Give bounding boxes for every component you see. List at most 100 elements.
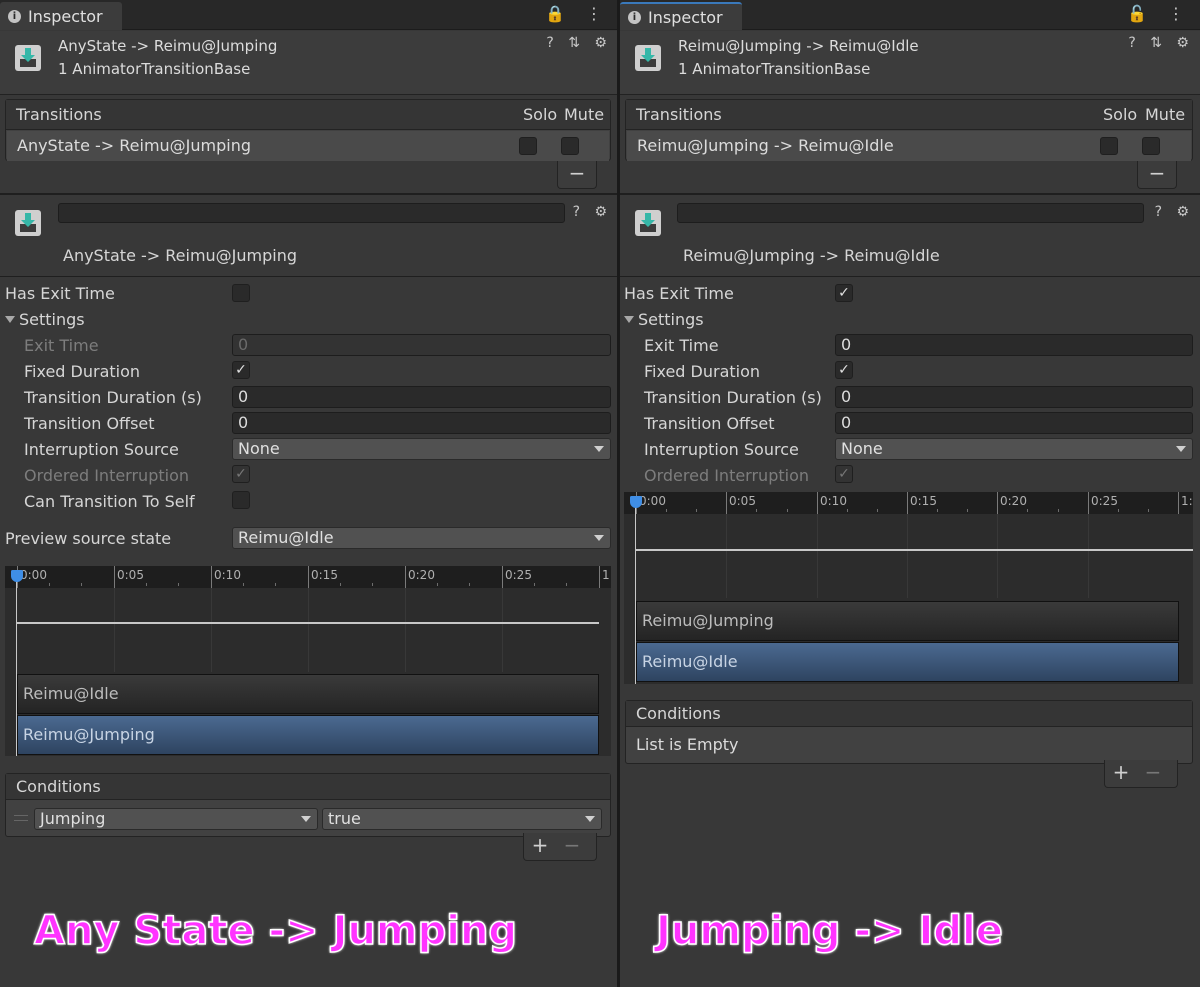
drag-handle-icon[interactable] — [14, 815, 28, 821]
chevron-down-icon — [585, 816, 595, 822]
transition-icons[interactable]: ? ⚙ — [1155, 204, 1194, 220]
minor-tick — [146, 583, 147, 586]
can-transition-to-self-checkbox[interactable] — [232, 491, 250, 509]
destination-state-bar[interactable]: Reimu@Jumping — [17, 715, 599, 755]
fixed-duration-checkbox[interactable]: ✓ — [835, 361, 853, 379]
add-condition-button[interactable]: + — [1105, 760, 1137, 784]
grid-line — [726, 514, 727, 598]
tab-bar: i Inspector 🔒 ⋮ — [0, 0, 618, 30]
conditions-header: Conditions — [626, 701, 1192, 727]
inspector-panel-left: i Inspector 🔒 ⋮ AnyState -> Reimu@Jumping… — [0, 0, 618, 987]
fixed-duration-checkbox[interactable]: ✓ — [232, 361, 250, 379]
tab-inspector[interactable]: i Inspector — [620, 2, 742, 30]
divider — [620, 276, 1200, 277]
transition-start-marker-icon[interactable] — [630, 496, 642, 508]
solo-checkbox[interactable] — [519, 137, 537, 155]
preview-source-dropdown[interactable]: Reimu@Idle — [232, 527, 611, 549]
tick-label: 0:15 — [308, 566, 338, 588]
fixed-duration-label: Fixed Duration — [24, 362, 141, 381]
minor-tick — [469, 583, 470, 586]
transition-timeline[interactable]: 0:00 0:05 0:10 0:15 0:20 0:25 1: Reimu@I… — [5, 566, 611, 756]
has-exit-time-checkbox[interactable] — [232, 284, 250, 302]
interruption-source-dropdown[interactable]: None — [835, 438, 1193, 460]
exit-time-label: Exit Time — [644, 336, 719, 355]
transition-row-label: AnyState -> Reimu@Jumping — [17, 136, 252, 155]
transition-icon — [15, 45, 41, 71]
destination-state-bar[interactable]: Reimu@Idle — [636, 642, 1179, 682]
remove-transition-button[interactable]: − — [1137, 161, 1177, 189]
tick-label: 0:05 — [726, 492, 756, 514]
minor-tick — [275, 583, 276, 586]
tick-label: 0:20 — [997, 492, 1027, 514]
minor-tick — [696, 509, 697, 512]
lock-menu-icons[interactable]: 🔒 ⋮ — [545, 4, 610, 23]
source-state-bar[interactable]: Reimu@Idle — [17, 674, 599, 714]
transition-offset-field[interactable]: 0 — [835, 412, 1193, 434]
tick-label: 0:10 — [211, 566, 241, 588]
minor-tick — [937, 509, 938, 512]
grid-line — [308, 588, 309, 672]
weight-curve — [17, 622, 599, 624]
minor-tick — [372, 583, 373, 586]
minor-tick — [437, 583, 438, 586]
tab-label: Inspector — [648, 7, 723, 27]
fixed-duration-label: Fixed Duration — [644, 362, 761, 381]
foldout-triangle-icon — [5, 316, 15, 323]
header-icons[interactable]: ? ⇅ ⚙ — [1128, 35, 1194, 51]
transition-name-field[interactable] — [677, 203, 1144, 223]
minor-tick — [666, 509, 667, 512]
transition-icons[interactable]: ? ⚙ — [573, 204, 612, 220]
remove-condition-button[interactable]: − — [1137, 760, 1169, 784]
minor-tick — [756, 509, 757, 512]
tab-bar: i Inspector 🔓 ⋮ — [620, 0, 1200, 30]
transition-name-field[interactable] — [58, 203, 565, 223]
source-state-bar[interactable]: Reimu@Jumping — [636, 601, 1179, 641]
tab-inspector[interactable]: i Inspector — [0, 2, 122, 30]
transition-duration-field[interactable]: 0 — [232, 386, 611, 408]
transition-duration-field[interactable]: 0 — [835, 386, 1193, 408]
info-icon: i — [8, 9, 21, 23]
has-exit-time-label: Has Exit Time — [5, 284, 115, 303]
remove-condition-button[interactable]: − — [556, 833, 588, 857]
mute-checkbox[interactable] — [561, 137, 579, 155]
condition-parameter-dropdown[interactable]: Jumping — [34, 808, 318, 830]
exit-time-field[interactable]: 0 — [835, 334, 1193, 356]
tab-label: Inspector — [28, 6, 103, 26]
has-exit-time-label: Has Exit Time — [624, 284, 734, 303]
minor-tick — [81, 583, 82, 586]
ordered-interruption-checkbox[interactable]: ✓ — [232, 465, 250, 483]
condition-value-dropdown[interactable]: true — [322, 808, 602, 830]
ordered-interruption-checkbox[interactable]: ✓ — [835, 465, 853, 483]
header-icons[interactable]: ? ⇅ ⚙ — [546, 35, 612, 51]
weight-curve — [636, 549, 1193, 551]
minor-tick — [49, 583, 50, 586]
settings-foldout[interactable]: Settings — [624, 310, 704, 329]
solo-checkbox[interactable] — [1100, 137, 1118, 155]
interruption-source-label: Interruption Source — [24, 440, 179, 459]
add-condition-button[interactable]: + — [524, 833, 556, 857]
minor-tick — [787, 509, 788, 512]
grid-line — [211, 588, 212, 672]
transition-start-marker-icon[interactable] — [11, 570, 23, 582]
settings-foldout[interactable]: Settings — [5, 310, 85, 329]
transition-timeline[interactable]: 0:00 0:05 0:10 0:15 0:20 0:25 1: Reimu@J… — [624, 492, 1193, 684]
remove-transition-button[interactable]: − — [557, 161, 597, 189]
caption-left: Any State -> Jumping — [33, 907, 518, 955]
playhead[interactable] — [635, 506, 636, 684]
playhead[interactable] — [16, 580, 17, 756]
chevron-down-icon — [1176, 446, 1186, 452]
minor-tick — [534, 583, 535, 586]
mute-checkbox[interactable] — [1142, 137, 1160, 155]
dropdown-value: true — [328, 809, 361, 828]
lock-menu-icons[interactable]: 🔓 ⋮ — [1127, 4, 1192, 23]
chevron-down-icon — [594, 535, 604, 541]
inspector-header: Reimu@Jumping -> Reimu@Idle 1 AnimatorTr… — [620, 31, 1200, 95]
has-exit-time-checkbox[interactable]: ✓ — [835, 284, 853, 302]
divider — [620, 193, 1200, 195]
interruption-source-dropdown[interactable]: None — [232, 438, 611, 460]
ordered-interruption-label: Ordered Interruption — [24, 466, 189, 485]
exit-time-field[interactable]: 0 — [232, 334, 611, 356]
minor-tick — [566, 583, 567, 586]
transition-offset-field[interactable]: 0 — [232, 412, 611, 434]
interruption-source-label: Interruption Source — [644, 440, 799, 459]
